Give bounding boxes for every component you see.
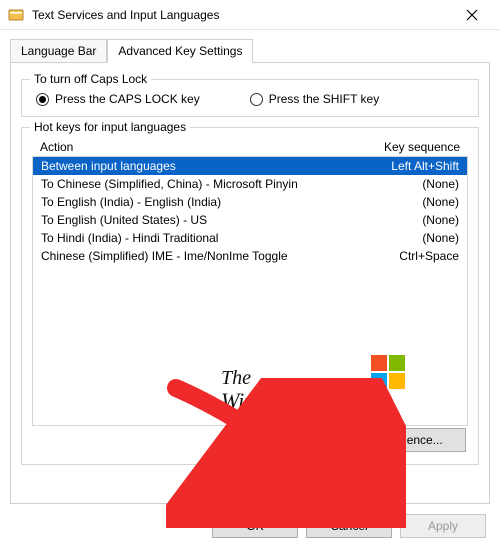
- hotkeys-group-label: Hot keys for input languages: [30, 120, 190, 134]
- cell-keyseq: (None): [349, 213, 459, 227]
- radio-dot-icon: [250, 93, 263, 106]
- radio-shift-key[interactable]: Press the SHIFT key: [250, 92, 379, 106]
- list-row[interactable]: To Hindi (India) - Hindi Traditional (No…: [33, 229, 467, 247]
- cell-keyseq: (None): [349, 195, 459, 209]
- caps-lock-group: To turn off Caps Lock Press the CAPS LOC…: [21, 79, 479, 117]
- cancel-button[interactable]: Cancel: [306, 514, 392, 538]
- tab-strip: Language Bar Advanced Key Settings: [10, 39, 490, 63]
- close-icon: [466, 9, 478, 21]
- cell-keyseq: Ctrl+Space: [349, 249, 459, 263]
- col-action-header: Action: [40, 140, 350, 154]
- list-row[interactable]: To English (India) - English (India) (No…: [33, 193, 467, 211]
- tab-language-bar[interactable]: Language Bar: [10, 39, 107, 63]
- titlebar: Text Services and Input Languages: [0, 0, 500, 30]
- tabpage-advanced: To turn off Caps Lock Press the CAPS LOC…: [10, 62, 490, 504]
- cell-action: To English (United States) - US: [41, 213, 349, 227]
- window-title: Text Services and Input Languages: [32, 8, 452, 22]
- list-row[interactable]: To English (United States) - US (None): [33, 211, 467, 229]
- list-row[interactable]: To Chinese (Simplified, China) - Microso…: [33, 175, 467, 193]
- app-icon: [8, 7, 24, 23]
- caps-lock-radios: Press the CAPS LOCK key Press the SHIFT …: [32, 90, 468, 108]
- hotkeys-group: Hot keys for input languages Action Key …: [21, 127, 479, 465]
- change-key-sequence-button[interactable]: Change Key Sequence...: [286, 428, 466, 452]
- apply-button: Apply: [400, 514, 486, 538]
- close-button[interactable]: [452, 0, 492, 30]
- tab-advanced-key-settings[interactable]: Advanced Key Settings: [107, 39, 253, 63]
- hotkeys-list[interactable]: Between input languages Left Alt+Shift T…: [32, 156, 468, 426]
- ok-button[interactable]: OK: [212, 514, 298, 538]
- hotkeys-list-header: Action Key sequence: [32, 138, 468, 156]
- dialog-buttons: OK Cancel Apply: [0, 504, 500, 548]
- cell-action: Chinese (Simplified) IME - Ime/NonIme To…: [41, 249, 349, 263]
- caps-lock-group-label: To turn off Caps Lock: [30, 72, 151, 86]
- content-area: Language Bar Advanced Key Settings To tu…: [0, 30, 500, 504]
- col-keyseq-header: Key sequence: [350, 140, 460, 154]
- radio-label: Press the CAPS LOCK key: [55, 92, 200, 106]
- cell-action: Between input languages: [41, 159, 349, 173]
- cell-action: To English (India) - English (India): [41, 195, 349, 209]
- cell-action: To Hindi (India) - Hindi Traditional: [41, 231, 349, 245]
- cell-keyseq: Left Alt+Shift: [349, 159, 459, 173]
- list-row[interactable]: Chinese (Simplified) IME - Ime/NonIme To…: [33, 247, 467, 265]
- radio-caps-lock-key[interactable]: Press the CAPS LOCK key: [36, 92, 200, 106]
- cell-keyseq: (None): [349, 231, 459, 245]
- cell-action: To Chinese (Simplified, China) - Microso…: [41, 177, 349, 191]
- list-row[interactable]: Between input languages Left Alt+Shift: [33, 157, 467, 175]
- cell-keyseq: (None): [349, 177, 459, 191]
- radio-label: Press the SHIFT key: [269, 92, 379, 106]
- radio-dot-icon: [36, 93, 49, 106]
